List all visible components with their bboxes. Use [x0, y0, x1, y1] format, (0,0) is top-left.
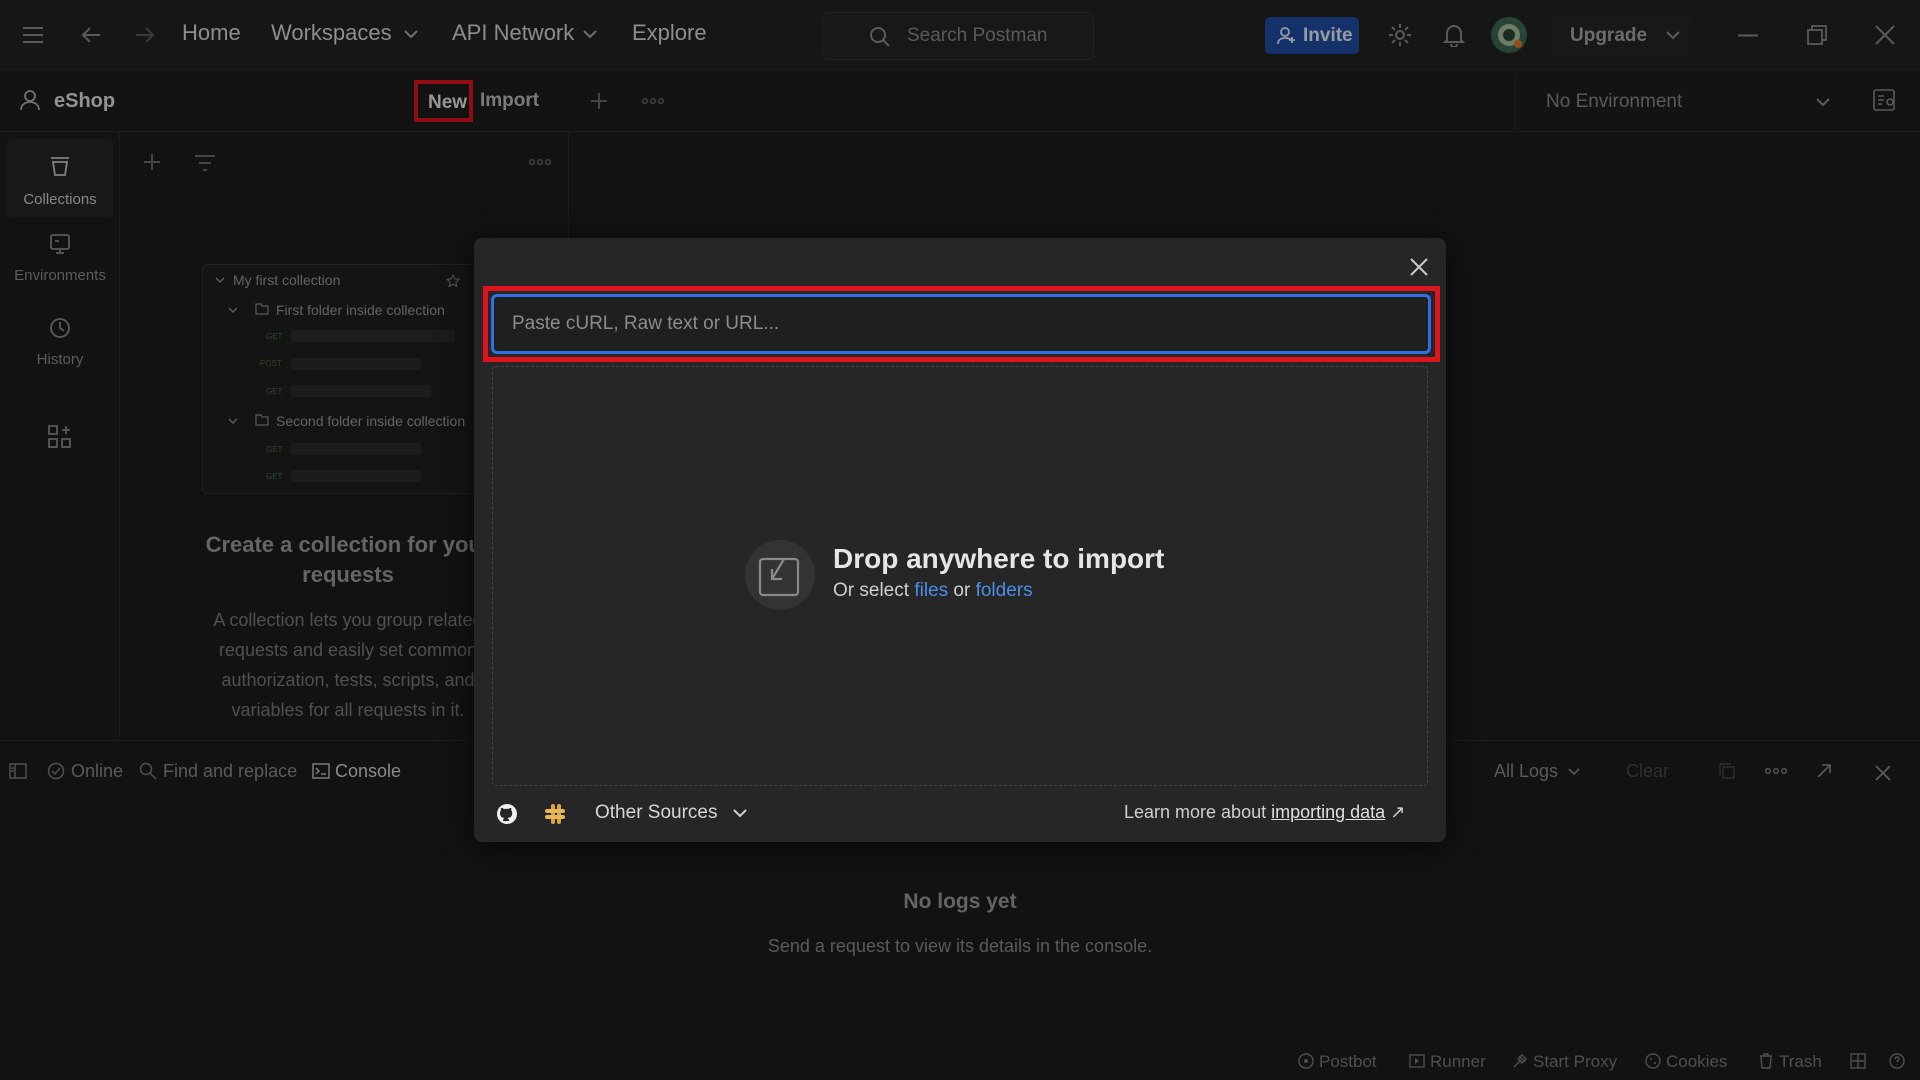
- close-modal-icon[interactable]: [1410, 258, 1428, 276]
- importing-data-link[interactable]: importing data: [1271, 802, 1385, 822]
- drop-zone[interactable]: [492, 366, 1428, 786]
- import-download-icon: [744, 539, 816, 611]
- drop-subtitle: Or select files or folders: [833, 580, 1033, 602]
- other-sources-chevron-down-icon[interactable]: [733, 809, 747, 818]
- or-text: or: [953, 580, 971, 601]
- files-link[interactable]: files: [914, 580, 948, 601]
- drop-title: Drop anywhere to import: [833, 543, 1165, 574]
- learn-more: Learn more about importing data ↗: [1124, 802, 1405, 823]
- folders-link[interactable]: folders: [976, 580, 1033, 601]
- drop-prefix: Or select: [833, 580, 910, 601]
- external-link-arrow-icon: ↗: [1390, 802, 1406, 822]
- import-url-input[interactable]: [491, 294, 1431, 354]
- other-sources-dropdown[interactable]: Other Sources: [595, 802, 718, 824]
- github-icon[interactable]: [496, 803, 518, 825]
- bitbucket-slack-icon[interactable]: [544, 803, 566, 825]
- learn-prefix: Learn more about: [1124, 802, 1267, 822]
